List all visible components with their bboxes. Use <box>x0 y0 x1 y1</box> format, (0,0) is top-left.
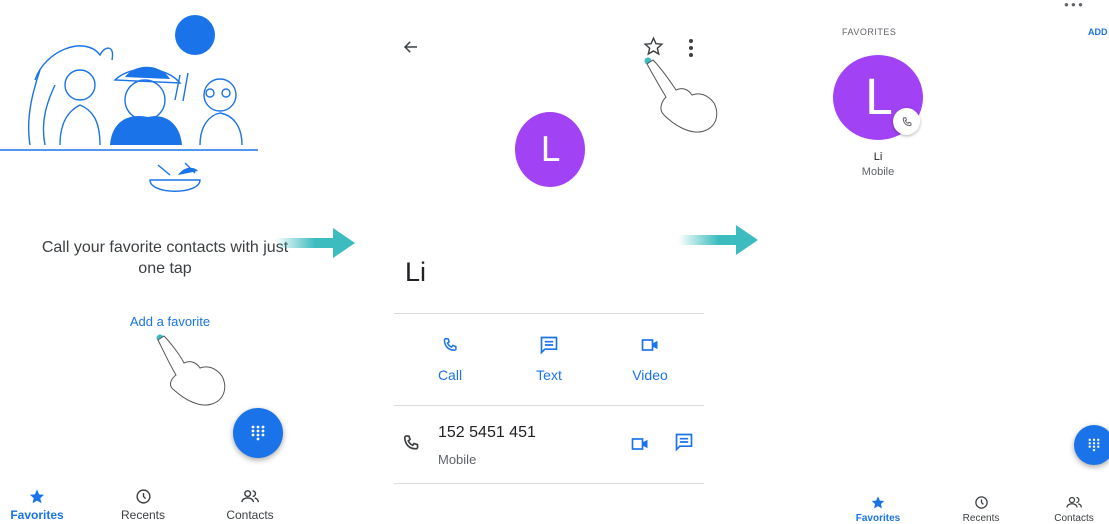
video-action[interactable]: Video <box>615 335 685 383</box>
nav-recents[interactable]: Recents <box>98 488 188 522</box>
nav-favorites-label: Favorites <box>10 508 64 522</box>
nav-favorites[interactable]: Favorites <box>0 488 82 522</box>
tap-hand-icon <box>644 57 718 133</box>
favorites-illustration <box>0 15 258 192</box>
nav-recents-label: Recents <box>120 508 166 522</box>
avatar-letter: L <box>540 129 560 170</box>
video-label: Video <box>632 367 668 383</box>
favorite-phone-type: Mobile <box>861 166 895 178</box>
video-call-icon[interactable] <box>630 434 650 454</box>
dialpad-fab[interactable] <box>1074 425 1109 465</box>
back-arrow-icon[interactable] <box>402 38 420 56</box>
message-icon[interactable] <box>674 432 694 452</box>
call-action[interactable]: Call <box>415 335 485 383</box>
divider <box>394 313 704 314</box>
favorite-call-badge[interactable] <box>893 108 920 135</box>
dialpad-icon <box>1088 438 1100 452</box>
star-icon <box>29 489 45 504</box>
dialpad-fab[interactable] <box>233 408 283 458</box>
star-outline-icon[interactable] <box>643 36 664 57</box>
tap-hand-icon <box>156 334 226 406</box>
nav-favorites-label: Favorites <box>855 513 901 524</box>
nav-contacts-label: Contacts <box>226 508 274 522</box>
empty-state-message: Call your favorite contacts with just on… <box>41 239 289 277</box>
message-icon <box>540 336 558 355</box>
phone-type: Mobile <box>438 452 477 467</box>
video-icon <box>641 339 658 351</box>
call-label: Call <box>437 367 463 383</box>
phone-icon <box>443 337 457 352</box>
contact-name: Li <box>405 257 427 287</box>
clock-icon <box>135 489 151 504</box>
dialpad-icon <box>251 425 265 441</box>
clock-icon <box>974 496 988 509</box>
phone-number[interactable]: 152 5451 451 <box>438 424 536 442</box>
star-icon <box>871 496 885 509</box>
status-bar-fragment: ● ● ● <box>1064 0 1083 9</box>
nav-recents[interactable]: Recents <box>936 495 1026 524</box>
contact-avatar: L <box>515 112 585 187</box>
people-icon <box>240 490 259 503</box>
divider <box>394 405 704 406</box>
transition-arrow-1 <box>275 228 355 258</box>
transition-arrow-2 <box>678 225 758 255</box>
nav-recents-label: Recents <box>962 513 1000 524</box>
phone-icon <box>902 116 912 126</box>
add-favorite-link[interactable]: Add a favorite <box>70 314 270 329</box>
people-icon <box>1065 496 1082 508</box>
favorite-name: Li <box>873 151 883 163</box>
nav-contacts[interactable]: Contacts <box>205 488 295 522</box>
text-label: Text <box>536 367 562 383</box>
favorites-section-label: FAVORITES <box>842 27 897 37</box>
nav-contacts[interactable]: Contacts <box>1039 495 1109 524</box>
nav-favorites[interactable]: Favorites <box>833 495 923 524</box>
divider <box>394 483 704 484</box>
text-action[interactable]: Text <box>514 335 584 383</box>
favorite-avatar-letter: L <box>864 69 892 126</box>
add-favorite-button[interactable]: ADD <box>1088 27 1108 37</box>
phone-icon <box>403 435 419 450</box>
nav-contacts-label: Contacts <box>1054 513 1094 524</box>
